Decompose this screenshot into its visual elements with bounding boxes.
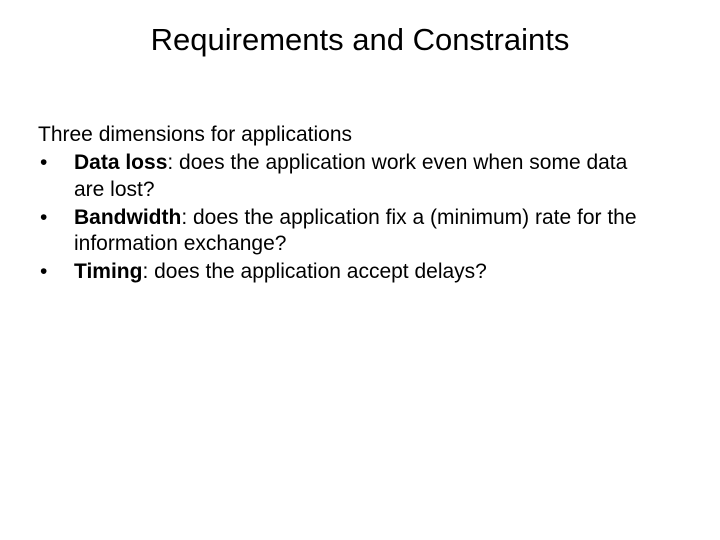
list-item: • Data loss: does the application work e… bbox=[38, 150, 660, 203]
bullet-list: • Data loss: does the application work e… bbox=[38, 150, 660, 285]
bullet-text: Data loss: does the application work eve… bbox=[74, 150, 660, 203]
bullet-marker: • bbox=[38, 150, 74, 203]
bullet-marker: • bbox=[38, 259, 74, 285]
list-item: • Timing: does the application accept de… bbox=[38, 259, 660, 285]
bullet-text: Bandwidth: does the application fix a (m… bbox=[74, 205, 660, 258]
bullet-marker: • bbox=[38, 205, 74, 258]
slide-body: Three dimensions for applications • Data… bbox=[0, 58, 720, 286]
term-label: Timing bbox=[74, 260, 142, 283]
term-description: : does the application accept delays? bbox=[142, 260, 486, 283]
list-item: • Bandwidth: does the application fix a … bbox=[38, 205, 660, 258]
bullet-text: Timing: does the application accept dela… bbox=[74, 259, 660, 285]
slide-title: Requirements and Constraints bbox=[0, 0, 720, 58]
intro-text: Three dimensions for applications bbox=[38, 122, 660, 148]
term-label: Bandwidth bbox=[74, 206, 181, 229]
term-label: Data loss bbox=[74, 151, 167, 174]
